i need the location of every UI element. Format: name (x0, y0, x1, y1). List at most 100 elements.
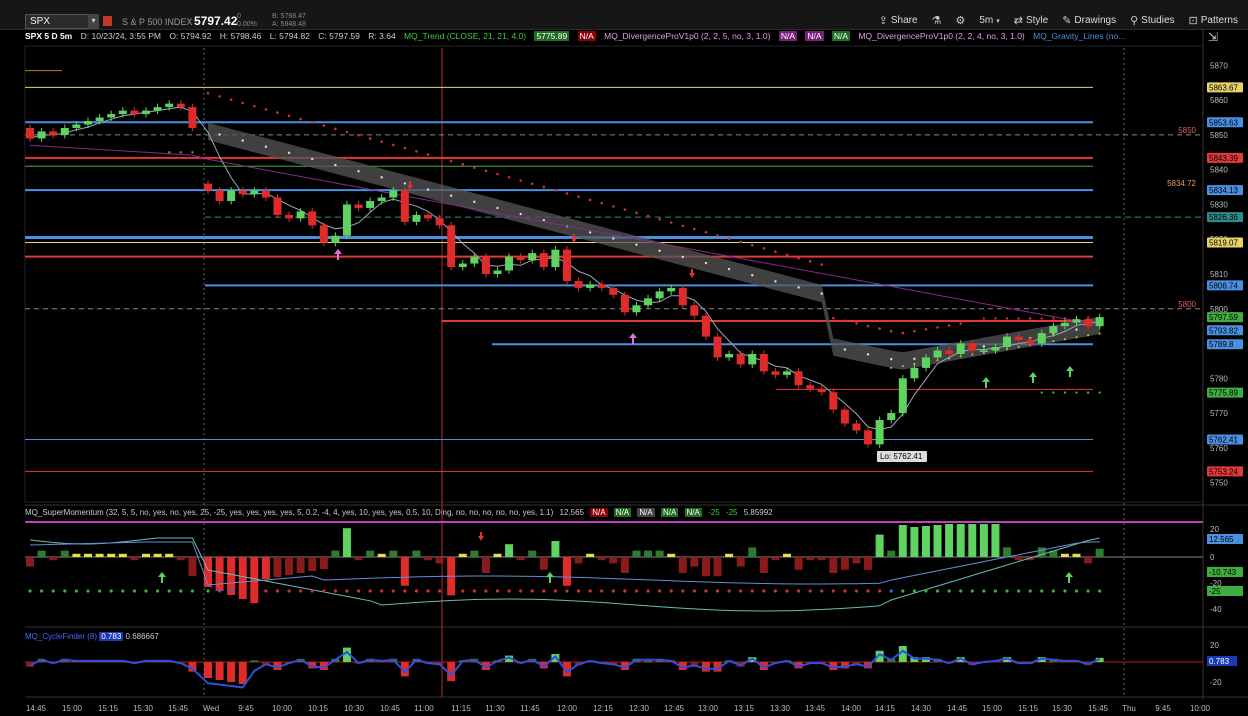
sar-dot (438, 156, 441, 160)
cycle-bar (215, 662, 224, 680)
cycle-tick: -20 (1210, 678, 1222, 687)
price-tag-label: 5819.07 (1209, 238, 1238, 247)
momentum-bar (945, 524, 954, 557)
momentum-dot (565, 589, 569, 593)
sar-dot (1005, 317, 1009, 320)
momentum-dot (264, 589, 268, 593)
candle (771, 371, 780, 375)
candle (678, 287, 687, 306)
momentum-bar (632, 550, 641, 557)
candle (142, 110, 150, 115)
candle (597, 284, 606, 288)
trend-dot (1075, 328, 1078, 331)
momentum-bar (1060, 553, 1069, 557)
candle (273, 197, 282, 215)
trend-dot (334, 163, 337, 167)
momentum-bar (806, 557, 815, 561)
momentum-bar (562, 557, 571, 586)
momentum-bar (678, 557, 687, 573)
candle (817, 388, 826, 393)
momentum-bar (95, 553, 104, 557)
candle (748, 353, 757, 365)
momentum-bar (493, 553, 502, 557)
time-tick-label: 13:15 (734, 704, 755, 713)
time-tick-label: 13:00 (698, 704, 719, 713)
time-tick-label: 15:45 (1088, 704, 1109, 713)
momentum-bar (933, 525, 942, 557)
momentum-bar (1003, 547, 1012, 557)
trend-dot (311, 157, 314, 161)
momentum-bar (887, 550, 896, 557)
sar-dot (878, 327, 881, 330)
candle (458, 263, 467, 268)
candle (875, 420, 884, 445)
momentum-dot (947, 589, 951, 593)
sar-dot (530, 182, 534, 186)
time-tick-label: 10:45 (380, 704, 401, 713)
momentum-bar (725, 553, 734, 557)
sar-dot (357, 133, 360, 137)
candle (586, 284, 595, 288)
momentum-dot (704, 589, 708, 593)
momentum-bar (644, 550, 653, 557)
candle (342, 204, 351, 236)
momentum-dot (912, 589, 916, 593)
candle (725, 353, 734, 358)
candle (227, 190, 236, 201)
momentum-dot (553, 589, 558, 593)
momentum-dot (773, 589, 778, 593)
time-tick-label: 12:45 (664, 704, 685, 713)
trend-dot (681, 255, 684, 259)
momentum-dot (1086, 589, 1090, 593)
sar-dot (716, 234, 719, 237)
candle (574, 280, 583, 288)
momentum-bar (910, 527, 919, 557)
candle (864, 430, 873, 445)
sar-dot (218, 95, 221, 98)
trend-dot (635, 243, 638, 246)
sar-dot (588, 198, 592, 202)
momentum-dot (727, 589, 731, 593)
sar-dot (669, 221, 673, 224)
momentum-bar (655, 550, 664, 557)
price-tag-label: 5753.24 (1209, 467, 1238, 476)
time-tick-label: 15:30 (1052, 704, 1073, 713)
time-tick-label: 11:15 (451, 704, 471, 713)
momentum-dot (1028, 589, 1032, 593)
time-tick-label: 11:45 (520, 704, 540, 713)
sar-dot (901, 331, 905, 335)
trend-dot (658, 249, 661, 252)
trend-dot (751, 274, 754, 277)
sar-dot (1086, 391, 1090, 394)
low-label: Lo: 5762.41 (880, 452, 923, 461)
time-tick-label: 14:45 (947, 704, 968, 713)
up-arrow-icon (1065, 572, 1073, 583)
sar-dot (994, 317, 997, 320)
candle (215, 190, 224, 201)
sar-dot (206, 91, 210, 95)
momentum-tick: 0 (1210, 553, 1215, 562)
momentum-dot (924, 589, 928, 593)
momentum-bar (701, 557, 710, 577)
momentum-dot (831, 589, 835, 593)
sar-dot (380, 140, 384, 144)
trend-dot (774, 280, 777, 283)
momentum-dot (600, 589, 604, 593)
trend-dot (357, 170, 360, 173)
candle (505, 256, 514, 271)
momentum-dot (507, 589, 511, 593)
cycle-tick: 20 (1210, 641, 1219, 650)
price-tick-label: 5760 (1210, 444, 1228, 453)
time-tick-label: 15:00 (982, 704, 1003, 713)
momentum-dot (322, 589, 326, 593)
candle (412, 214, 421, 222)
candle (852, 423, 861, 431)
sar-dot (554, 188, 557, 192)
momentum-bar (319, 557, 328, 569)
trend-dot (519, 212, 522, 216)
chart-canvas[interactable]: 5870586058505840583058205810580057905780… (0, 0, 1248, 716)
candle (701, 315, 710, 337)
momentum-bar (60, 550, 69, 557)
trend-dot (287, 151, 291, 155)
momentum-bar (389, 550, 398, 557)
